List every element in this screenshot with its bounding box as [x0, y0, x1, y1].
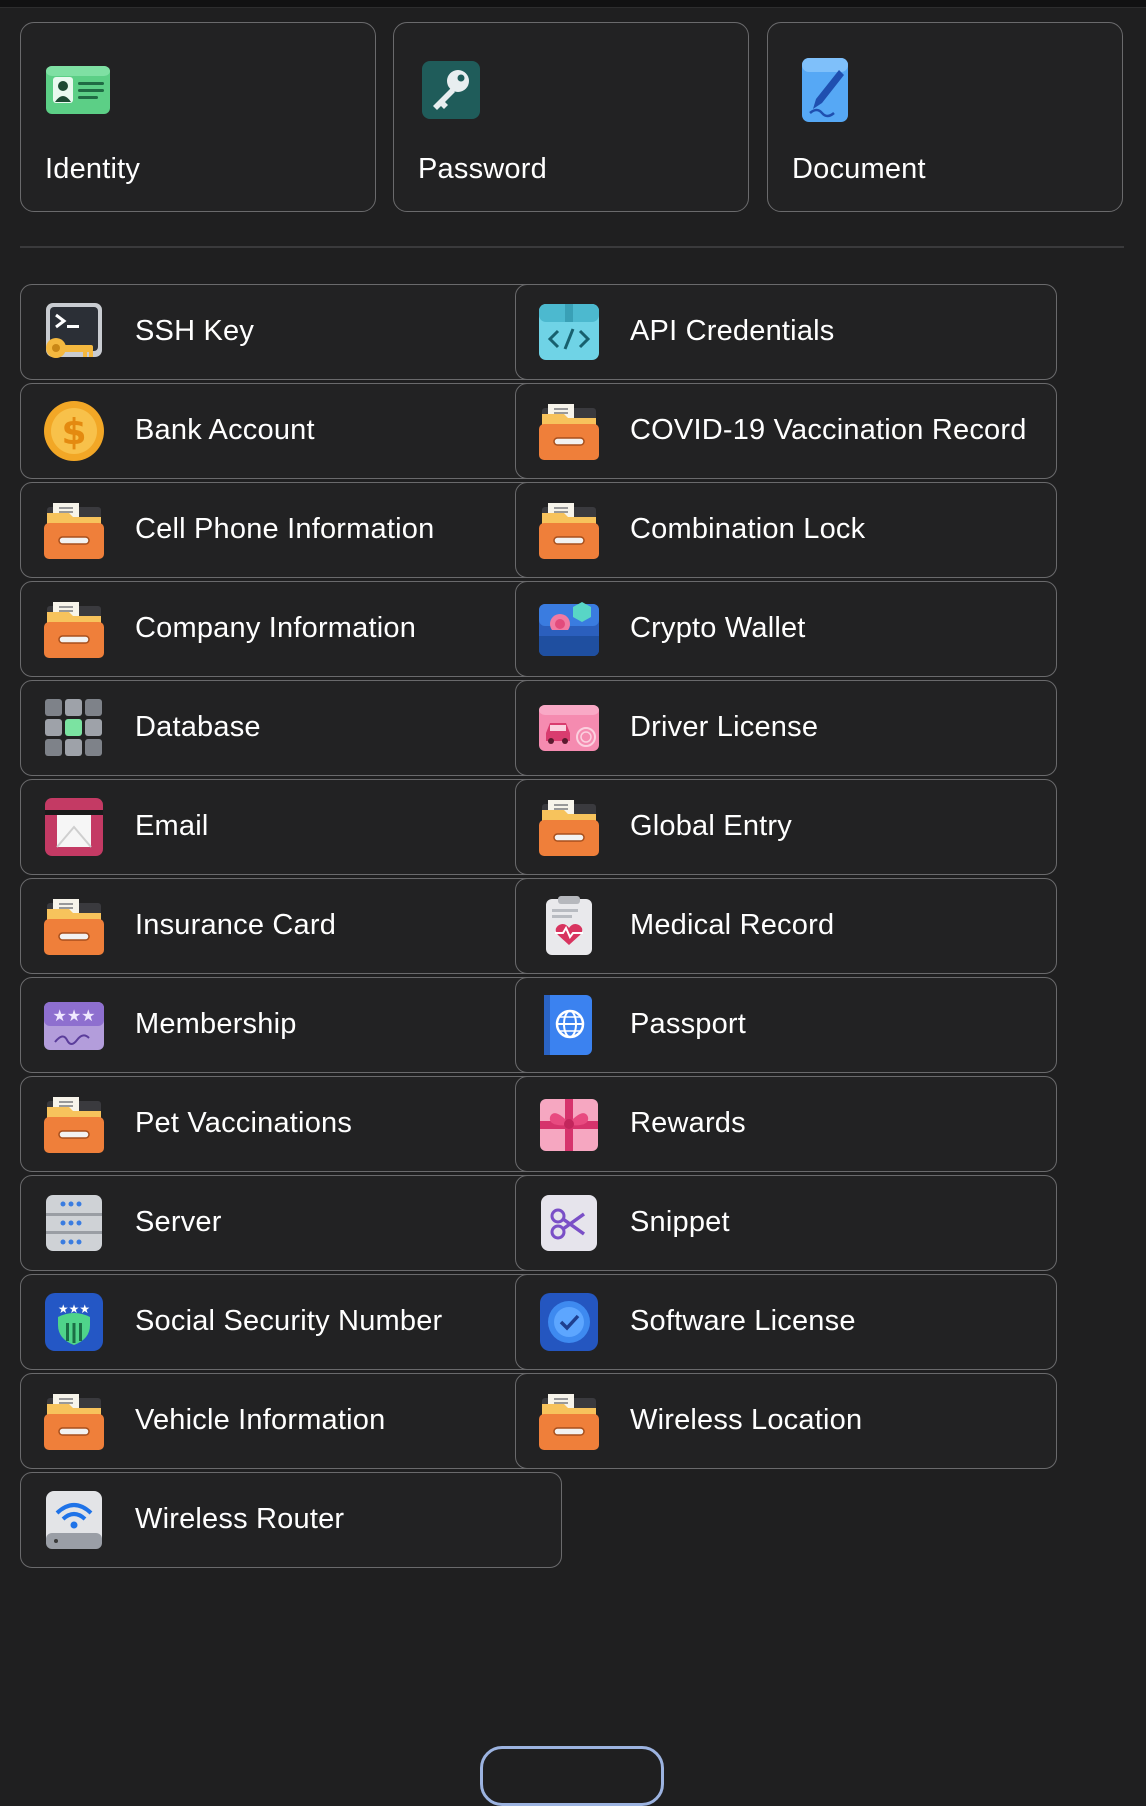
folder-drawer-icon — [538, 499, 600, 561]
item-type-label: Snippet — [630, 1206, 730, 1238]
item-type-label: Social Security Number — [135, 1305, 443, 1337]
ssn-shield-icon: ★★★ — [43, 1291, 105, 1353]
folder-drawer-icon — [538, 796, 600, 858]
item-type-covid-19-vaccination-record-button[interactable]: COVID-19 Vaccination Record — [515, 383, 1057, 479]
item-type-wireless-router-button[interactable]: Wireless Router — [20, 1472, 562, 1568]
driver-license-icon — [538, 697, 600, 759]
dollar-coin-icon: $ — [43, 400, 105, 462]
item-type-label: Rewards — [630, 1107, 746, 1139]
passport-globe-icon — [538, 994, 600, 1056]
item-type-label: Membership — [135, 1008, 297, 1040]
crypto-wallet-icon — [538, 598, 600, 660]
item-type-label: Software License — [630, 1305, 856, 1337]
item-type-database-button[interactable]: Database — [20, 680, 562, 776]
item-type-label: Insurance Card — [135, 909, 337, 941]
item-type-pet-vaccinations-button[interactable]: Pet Vaccinations — [20, 1076, 562, 1172]
item-type-crypto-wallet-button[interactable]: Crypto Wallet — [515, 581, 1057, 677]
item-type-rewards-button[interactable]: Rewards — [515, 1076, 1057, 1172]
item-type-label: Wireless Router — [135, 1503, 345, 1535]
item-type-label: Combination Lock — [630, 513, 866, 545]
item-type-label: Global Entry — [630, 810, 792, 842]
item-type-global-entry-button[interactable]: Global Entry — [515, 779, 1057, 875]
item-type-label: Passport — [630, 1008, 747, 1040]
item-type-social-security-number-button[interactable]: ★★★ Social Security Number — [20, 1274, 562, 1370]
item-type-software-license-button[interactable]: Software License — [515, 1274, 1057, 1370]
item-type-label: Medical Record — [630, 909, 835, 941]
medical-clipboard-icon — [538, 895, 600, 957]
folder-drawer-icon — [43, 1093, 105, 1155]
item-type-cell-phone-information-button[interactable]: Cell Phone Information — [20, 482, 562, 578]
password-card-button[interactable]: Password — [393, 22, 749, 212]
svg-text:★★★: ★★★ — [58, 1302, 90, 1316]
bottom-action-tab[interactable] — [480, 1746, 664, 1806]
document-card-button[interactable]: Document — [767, 22, 1123, 212]
item-type-driver-license-button[interactable]: Driver License — [515, 680, 1057, 776]
id-card-icon — [45, 57, 111, 123]
item-type-label: Wireless Location — [630, 1404, 863, 1436]
item-type-bank-account-button[interactable]: $ Bank Account — [20, 383, 562, 479]
section-divider — [20, 246, 1124, 248]
folder-drawer-icon — [538, 400, 600, 462]
item-type-label: COVID-19 Vaccination Record — [630, 414, 1027, 446]
item-type-insurance-card-button[interactable]: Insurance Card — [20, 878, 562, 974]
item-type-label: Database — [135, 711, 261, 743]
item-type-medical-record-button[interactable]: Medical Record — [515, 878, 1057, 974]
item-type-membership-button[interactable]: ★★★ Membership — [20, 977, 562, 1073]
gift-icon — [538, 1093, 600, 1155]
item-type-label: SSH Key — [135, 315, 255, 347]
password-label: Password — [418, 153, 547, 185]
verified-badge-icon — [538, 1291, 600, 1353]
database-grid-icon — [43, 697, 105, 759]
membership-card-icon: ★★★ — [43, 994, 105, 1056]
item-type-vehicle-information-button[interactable]: Vehicle Information — [20, 1373, 562, 1469]
item-type-label: Cell Phone Information — [135, 513, 435, 545]
document-pen-icon — [792, 57, 858, 123]
key-icon — [418, 57, 484, 123]
identity-label: Identity — [45, 153, 141, 185]
item-type-label: Bank Account — [135, 414, 315, 446]
folder-drawer-icon — [43, 895, 105, 957]
document-label: Document — [792, 153, 926, 185]
item-type-email-button[interactable]: Email — [20, 779, 562, 875]
item-type-label: Vehicle Information — [135, 1404, 386, 1436]
item-type-ssh-key-button[interactable]: SSH Key — [20, 284, 562, 380]
item-type-label: Email — [135, 810, 209, 842]
wifi-router-icon — [43, 1489, 105, 1551]
window-top-edge — [0, 0, 1146, 8]
item-type-label: Pet Vaccinations — [135, 1107, 353, 1139]
ssh-key-icon — [43, 301, 105, 363]
item-type-label: Driver License — [630, 711, 819, 743]
folder-drawer-icon — [43, 598, 105, 660]
envelope-icon — [43, 796, 105, 858]
item-type-snippet-button[interactable]: Snippet — [515, 1175, 1057, 1271]
svg-text:★★★: ★★★ — [52, 1006, 95, 1025]
item-type-label: API Credentials — [630, 315, 835, 347]
identity-card-button[interactable]: Identity — [20, 22, 376, 212]
server-icon — [43, 1192, 105, 1254]
item-type-server-button[interactable]: Server — [20, 1175, 562, 1271]
scissors-icon — [538, 1192, 600, 1254]
item-type-label: Server — [135, 1206, 222, 1238]
folder-drawer-icon — [43, 1390, 105, 1452]
item-type-company-information-button[interactable]: Company Information — [20, 581, 562, 677]
item-type-api-credentials-button[interactable]: API Credentials — [515, 284, 1057, 380]
item-type-label: Company Information — [135, 612, 417, 644]
featured-item-types: Identity Password Document — [20, 22, 1124, 214]
api-credentials-icon — [538, 301, 600, 363]
folder-drawer-icon — [43, 499, 105, 561]
item-type-passport-button[interactable]: Passport — [515, 977, 1057, 1073]
item-type-wireless-location-button[interactable]: Wireless Location — [515, 1373, 1057, 1469]
folder-drawer-icon — [538, 1390, 600, 1452]
item-type-combination-lock-button[interactable]: Combination Lock — [515, 482, 1057, 578]
item-type-label: Crypto Wallet — [630, 612, 806, 644]
svg-text:$: $ — [61, 412, 86, 453]
